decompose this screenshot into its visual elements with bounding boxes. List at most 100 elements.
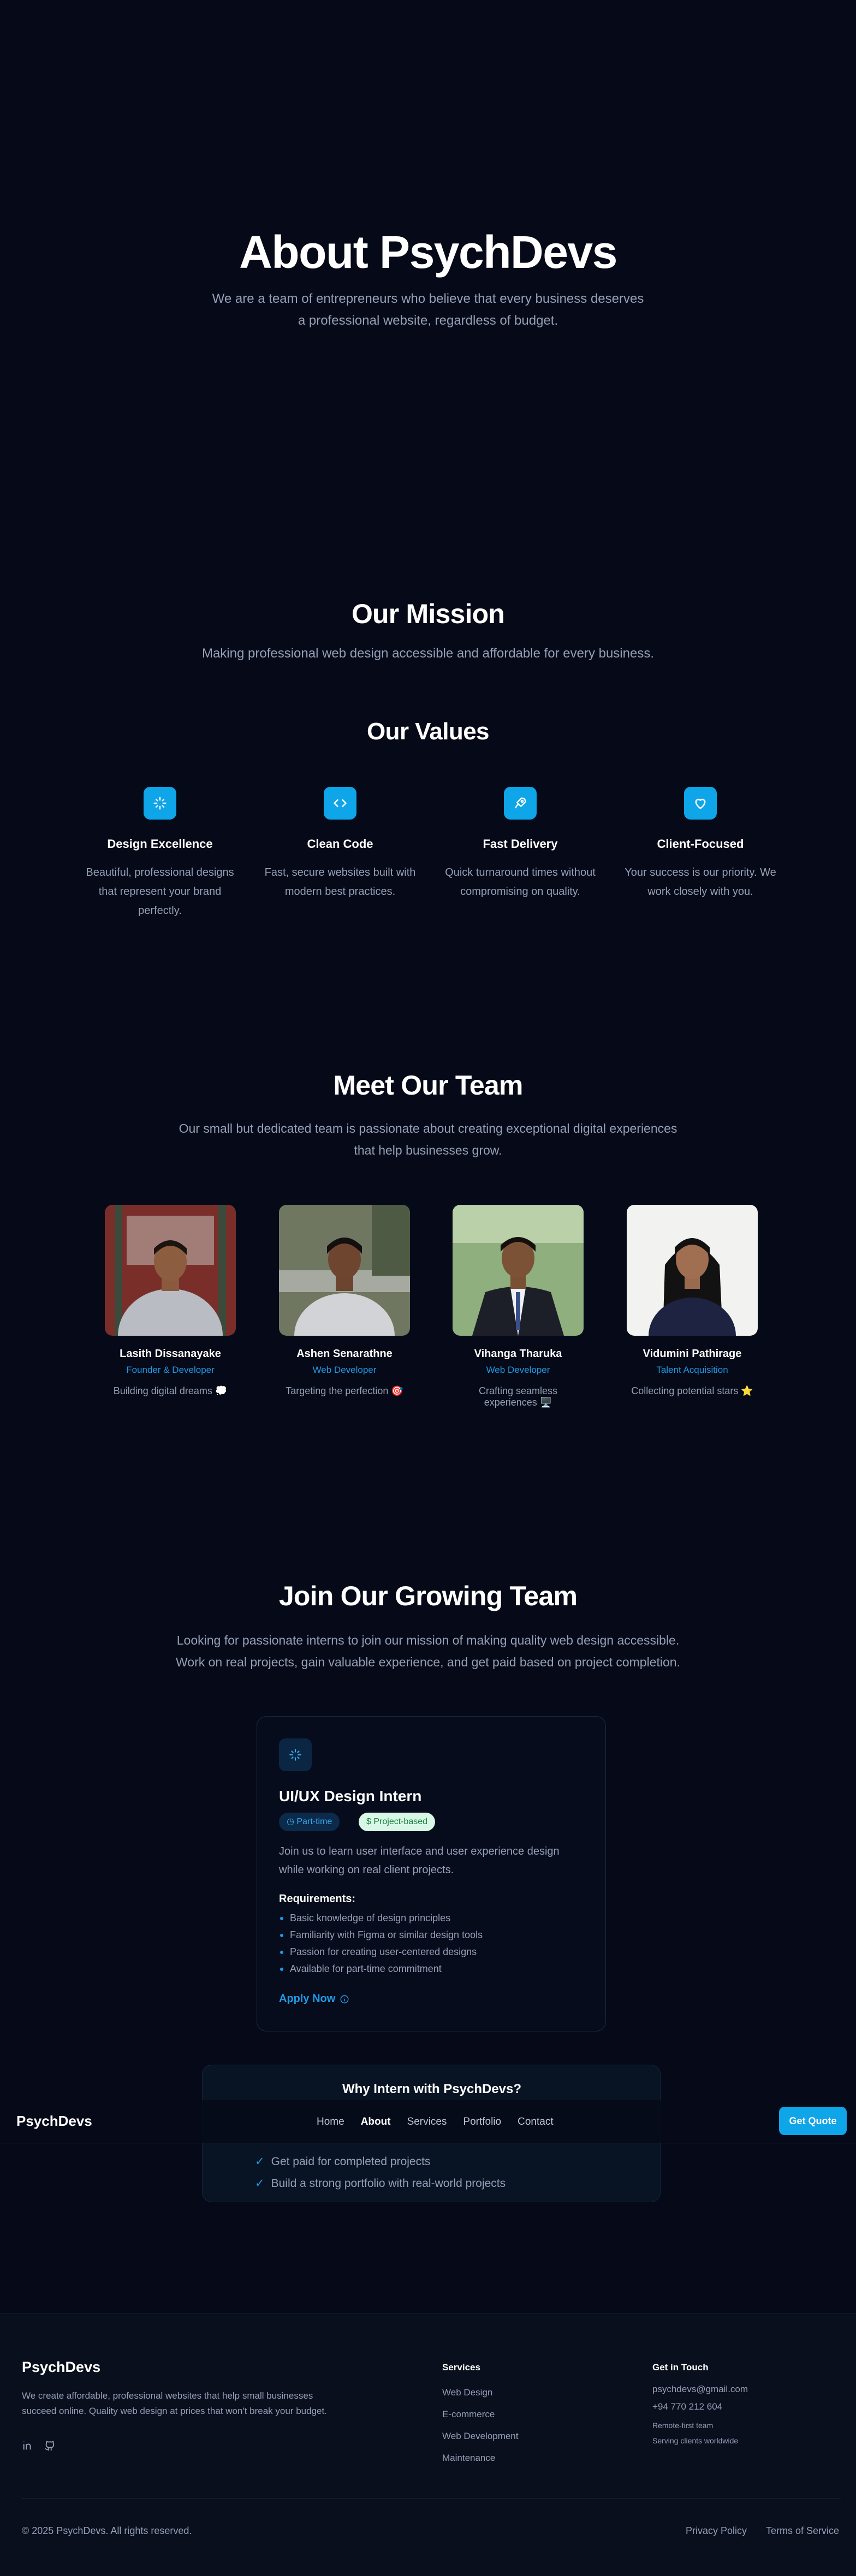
nav-link-home[interactable]: Home: [317, 2116, 344, 2128]
member-tagline: Collecting potential stars ⭐: [631, 1385, 753, 1396]
github-icon[interactable]: [44, 2440, 56, 2452]
nav-link-contact[interactable]: Contact: [518, 2116, 553, 2128]
member-role: Web Developer: [486, 1365, 550, 1375]
member-role: Talent Acquisition: [656, 1365, 728, 1375]
social-links: [22, 2440, 56, 2452]
footer-link-maintenance[interactable]: Maintenance: [442, 2453, 495, 2464]
footer-phone-link[interactable]: +94 770 212 604: [652, 2401, 722, 2412]
job-title: UI/UX Design Intern: [279, 1788, 422, 1804]
member-tagline: Targeting the perfection 🎯: [286, 1385, 403, 1396]
requirement-item: Available for part-time commitment: [279, 1961, 483, 1977]
check-icon: ✓: [255, 2177, 265, 2190]
badge-label: Part-time: [296, 1817, 332, 1826]
hero-subtitle: We are a team of entrepreneurs who belie…: [212, 291, 644, 328]
team-member-card: Vihanga Tharuka Web Developer Crafting s…: [453, 1205, 584, 1408]
heart-icon: [684, 787, 717, 820]
member-photo: [105, 1205, 236, 1336]
footer-brand: PsychDevs: [22, 2359, 101, 2375]
value-card-delivery: Fast Delivery Quick turnaround times wit…: [438, 787, 602, 901]
value-card-code: Clean Code Fast, secure websites built w…: [258, 787, 422, 901]
footer: PsychDevs We create affordable, professi…: [0, 2314, 856, 2576]
part-time-badge: ◷ Part-time: [279, 1813, 340, 1831]
footer-note: Serving clients worldwide: [652, 2436, 739, 2445]
badge-label: Project-based: [373, 1817, 428, 1826]
why-item: ✓ Get paid for completed projects: [255, 2155, 430, 2168]
join-title: Join Our Growing Team: [278, 1581, 578, 1611]
why-title: Why Intern with PsychDevs?: [342, 2082, 522, 2096]
job-card: UI/UX Design Intern ◷ Part-time $ Projec…: [257, 1716, 606, 2031]
team-member-card: Ashen Senarathne Web Developer Targeting…: [279, 1205, 410, 1397]
value-text: Quick turnaround times without compromis…: [445, 866, 596, 898]
requirements-list: Basic knowledge of design principles Fam…: [279, 1910, 483, 1977]
footer-contact-title: Get in Touch: [652, 2362, 709, 2372]
project-based-badge: $ Project-based: [359, 1813, 436, 1831]
footer-link-web-design[interactable]: Web Design: [442, 2387, 492, 2398]
value-title: Clean Code: [307, 837, 373, 851]
apply-label: Apply Now: [279, 1993, 336, 2005]
sparkles-icon: [144, 787, 176, 820]
check-icon: ✓: [255, 2155, 265, 2168]
footer-services-title: Services: [442, 2362, 480, 2372]
mission-text: Making professional web design accessibl…: [201, 646, 655, 661]
requirement-item: Basic knowledge of design principles: [279, 1910, 483, 1927]
footer-copyright: © 2025 PsychDevs. All rights reserved.: [22, 2525, 192, 2536]
why-item-text: Build a strong portfolio with real-world…: [271, 2177, 506, 2190]
value-title: Client-Focused: [657, 837, 744, 851]
member-name: Vihanga Tharuka: [474, 1348, 562, 1360]
terms-of-service-link[interactable]: Terms of Service: [766, 2525, 839, 2537]
member-tagline: Crafting seamless experiences 🖥️: [478, 1385, 558, 1408]
get-quote-button[interactable]: Get Quote: [779, 2107, 847, 2135]
nav-link-services[interactable]: Services: [407, 2116, 447, 2128]
member-name: Ashen Senarathne: [296, 1348, 393, 1360]
clock-icon: ◷: [287, 1817, 294, 1826]
requirement-item: Familiarity with Figma or similar design…: [279, 1927, 483, 1944]
rocket-icon: [504, 787, 537, 820]
mission-title: Our Mission: [351, 599, 505, 629]
value-title: Fast Delivery: [483, 837, 558, 851]
footer-email-link[interactable]: psychdevs@gmail.com: [652, 2384, 748, 2395]
requirement-item: Passion for creating user-centered desig…: [279, 1944, 483, 1961]
footer-description: We create affordable, professional websi…: [22, 2390, 327, 2416]
member-photo: [453, 1205, 584, 1336]
team-member-card: Lasith Dissanayake Founder & Developer B…: [105, 1205, 236, 1397]
job-description: Join us to learn user interface and user…: [279, 1845, 560, 1876]
values-title: Our Values: [367, 718, 489, 745]
member-role: Founder & Developer: [126, 1365, 215, 1375]
nav-link-about[interactable]: About: [361, 2116, 391, 2128]
value-card-client: Client-Focused Your success is our prior…: [619, 787, 782, 901]
footer-link-web-development[interactable]: Web Development: [442, 2431, 519, 2442]
apply-now-link[interactable]: Apply Now: [279, 1993, 349, 2005]
team-title: Meet Our Team: [333, 1070, 523, 1101]
privacy-policy-link[interactable]: Privacy Policy: [686, 2525, 747, 2537]
nav-link-portfolio[interactable]: Portfolio: [463, 2116, 501, 2128]
value-text: Your success is our priority. We work cl…: [625, 866, 776, 898]
member-tagline: Building digital dreams 💭: [113, 1385, 228, 1396]
dollar-icon: $: [366, 1817, 371, 1826]
member-role: Web Developer: [312, 1365, 377, 1375]
member-photo: [627, 1205, 758, 1336]
member-name: Lasith Dissanayake: [120, 1348, 221, 1360]
hero-title: About PsychDevs: [239, 226, 617, 278]
code-icon: [324, 787, 356, 820]
linkedin-icon[interactable]: [22, 2440, 34, 2452]
footer-link-ecommerce[interactable]: E-commerce: [442, 2409, 495, 2420]
team-subtitle: Our small but dedicated team is passiona…: [179, 1121, 677, 1157]
team-member-card: Vidumini Pathirage Talent Acquisition Co…: [627, 1205, 758, 1397]
value-card-design: Design Excellence Beautiful, professiona…: [78, 787, 242, 921]
why-item: ✓ Build a strong portfolio with real-worl…: [255, 2177, 506, 2190]
navbar: PsychDevs Home About Services Portfolio …: [0, 2100, 856, 2143]
sparkles-icon: [279, 1738, 312, 1771]
value-text: Fast, secure websites built with modern …: [264, 866, 416, 898]
nav-links: Home About Services Portfolio Contact: [317, 2116, 554, 2128]
value-title: Design Excellence: [107, 837, 213, 851]
nav-logo[interactable]: PsychDevs: [16, 2113, 92, 2130]
value-text: Beautiful, professional designs that rep…: [86, 866, 234, 917]
member-photo: [279, 1205, 410, 1336]
hero-section: About PsychDevs We are a team of entrepr…: [0, 0, 856, 524]
why-item-text: Get paid for completed projects: [271, 2155, 431, 2168]
member-name: Vidumini Pathirage: [643, 1348, 742, 1360]
footer-divider: [22, 2498, 841, 2499]
join-subtitle: Looking for passionate interns to join o…: [176, 1633, 680, 1669]
footer-note: Remote-first team: [652, 2421, 714, 2430]
info-icon: [340, 1995, 349, 2003]
